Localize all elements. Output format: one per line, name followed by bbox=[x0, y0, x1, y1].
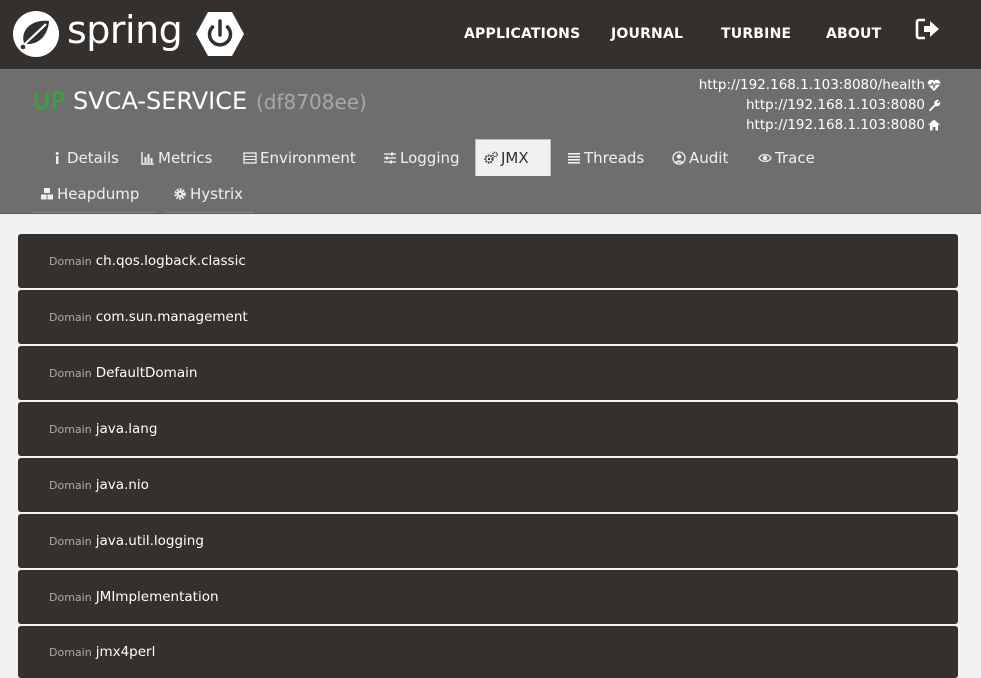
service-url-text[interactable]: http://192.168.1.103:8080 bbox=[746, 115, 925, 135]
domain-row[interactable]: Domain jmx4perl bbox=[18, 626, 958, 678]
domain-row[interactable]: Domain JMImplementation bbox=[18, 570, 958, 624]
tab-trace[interactable]: Trace bbox=[750, 139, 823, 176]
tab-label: Heapdump bbox=[57, 185, 140, 203]
domain-row[interactable]: Domain com.sun.management bbox=[18, 290, 958, 344]
tab-label: JMX bbox=[501, 149, 529, 167]
domain-label: Domain bbox=[49, 645, 92, 659]
application-urls: http://192.168.1.103:8080/health http://… bbox=[699, 75, 941, 135]
domain-row[interactable]: Domain java.lang bbox=[18, 402, 958, 456]
tab-heapdump[interactable]: Heapdump bbox=[32, 176, 156, 213]
list-icon bbox=[243, 151, 257, 164]
spring-leaf-logo-icon[interactable] bbox=[12, 10, 60, 58]
nav-turbine[interactable]: TURBINE bbox=[721, 26, 791, 42]
domain-label: Domain bbox=[49, 534, 92, 548]
tab-metrics[interactable]: Metrics bbox=[133, 139, 220, 176]
gear-icon bbox=[174, 188, 186, 200]
domain-name: jmx4perl bbox=[95, 644, 156, 660]
tab-audit[interactable]: Audit bbox=[664, 139, 736, 176]
service-url[interactable]: http://192.168.1.103:8080 bbox=[699, 115, 941, 135]
domain-row[interactable]: Domain ch.qos.logback.classic bbox=[18, 234, 958, 288]
sliders-icon bbox=[384, 152, 396, 163]
domain-name: java.nio bbox=[95, 477, 149, 493]
domain-row[interactable]: Domain java.nio bbox=[18, 458, 958, 512]
info-icon bbox=[55, 151, 59, 164]
tab-environment[interactable]: Environment bbox=[235, 139, 364, 176]
domain-row[interactable]: Domain java.util.logging bbox=[18, 514, 958, 568]
domain-label: Domain bbox=[49, 478, 92, 492]
domain-name: JMImplementation bbox=[95, 589, 219, 605]
domain-label: Domain bbox=[49, 590, 92, 604]
tab-threads[interactable]: Threads bbox=[559, 139, 652, 176]
tab-hystrix[interactable]: Hystrix bbox=[165, 176, 254, 213]
tab-label: Logging bbox=[400, 148, 460, 167]
domain-row[interactable]: Domain DefaultDomain bbox=[18, 346, 958, 400]
user-circle-icon bbox=[672, 150, 686, 165]
tab-details[interactable]: Details bbox=[42, 139, 127, 176]
domain-name: DefaultDomain bbox=[95, 365, 198, 381]
cubes-icon bbox=[41, 188, 53, 200]
spring-boot-power-icon[interactable] bbox=[196, 11, 244, 57]
application-id: (df8708ee) bbox=[256, 90, 367, 114]
application-name: SVCA-SERVICE bbox=[73, 87, 248, 115]
tab-label: Audit bbox=[689, 148, 729, 167]
eye-icon bbox=[758, 153, 772, 162]
health-url-text[interactable]: http://192.168.1.103:8080/health bbox=[699, 75, 925, 95]
management-url[interactable]: http://192.168.1.103:8080 bbox=[699, 95, 941, 115]
cogs-icon bbox=[484, 151, 498, 164]
tab-label: Metrics bbox=[158, 148, 213, 167]
home-icon bbox=[928, 119, 940, 131]
bar-chart-icon bbox=[141, 151, 154, 165]
status-badge: UP bbox=[33, 87, 66, 115]
nav-journal[interactable]: JOURNAL bbox=[611, 26, 683, 42]
domain-label: Domain bbox=[49, 254, 92, 268]
tab-label: Details bbox=[67, 148, 120, 167]
domain-label: Domain bbox=[49, 310, 92, 324]
nav-applications[interactable]: APPLICATIONS bbox=[464, 26, 580, 42]
tab-label: Environment bbox=[260, 148, 356, 167]
align-justify-icon bbox=[568, 152, 580, 164]
wrench-icon bbox=[929, 99, 941, 112]
sign-out-icon[interactable] bbox=[915, 17, 941, 41]
domain-name: ch.qos.logback.classic bbox=[95, 253, 246, 269]
tab-label: Hystrix bbox=[190, 185, 244, 203]
nav-about[interactable]: ABOUT bbox=[826, 26, 881, 42]
tab-jmx[interactable]: JMX bbox=[475, 139, 551, 176]
heartbeat-icon bbox=[927, 79, 941, 91]
management-url-text[interactable]: http://192.168.1.103:8080 bbox=[746, 95, 925, 115]
domain-label: Domain bbox=[49, 366, 92, 380]
brand-name[interactable]: spring bbox=[67, 8, 183, 52]
domain-name: java.util.logging bbox=[95, 533, 204, 549]
top-navbar: spring APPLICATIONS JOURNAL TURBINE ABOU… bbox=[0, 0, 981, 69]
tab-label: Threads bbox=[584, 148, 645, 167]
health-url[interactable]: http://192.168.1.103:8080/health bbox=[699, 75, 941, 95]
domain-label: Domain bbox=[49, 422, 92, 436]
domain-name: java.lang bbox=[95, 421, 158, 437]
domain-name: com.sun.management bbox=[95, 309, 248, 325]
tab-label: Trace bbox=[775, 148, 815, 167]
tab-logging[interactable]: Logging bbox=[375, 139, 468, 176]
